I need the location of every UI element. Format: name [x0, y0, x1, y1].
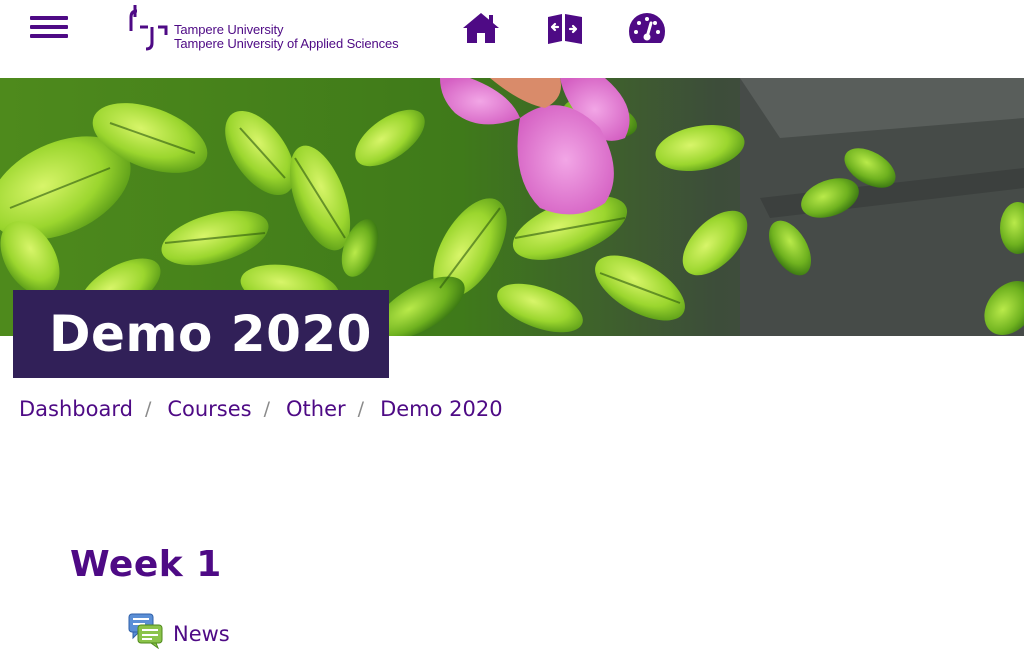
breadcrumb-courses[interactable]: Courses: [167, 397, 251, 421]
university-logo-mark-icon: [129, 5, 168, 51]
menu-line: [30, 16, 68, 20]
logo-line-2: Tampere University of Applied Sciences: [174, 36, 399, 51]
activity-label: News: [173, 622, 230, 646]
activity-news[interactable]: News: [128, 613, 230, 649]
breadcrumb-separator: /: [357, 398, 365, 420]
breadcrumb-separator: /: [263, 398, 271, 420]
course-title: Demo 2020: [49, 305, 372, 363]
breadcrumb-separator: /: [144, 398, 152, 420]
section-title[interactable]: Week 1: [70, 544, 222, 585]
breadcrumb-dashboard[interactable]: Dashboard: [19, 397, 133, 421]
forum-icon: [128, 613, 163, 649]
university-logo[interactable]: Tampere University Tampere University of…: [128, 2, 399, 56]
breadcrumb-demo-2020[interactable]: Demo 2020: [380, 397, 503, 421]
university-logo-text: Tampere University Tampere University of…: [174, 23, 399, 51]
breadcrumb: Dashboard / Courses / Other / Demo 2020: [19, 397, 503, 421]
course-title-box: Demo 2020: [13, 290, 389, 378]
dashboard-gauge-icon[interactable]: [627, 8, 667, 48]
top-navbar: Tampere University Tampere University of…: [0, 0, 1024, 78]
home-icon[interactable]: [461, 8, 501, 48]
menu-line: [30, 34, 68, 38]
hamburger-menu-icon[interactable]: [30, 14, 70, 42]
map-book-icon[interactable]: [545, 8, 585, 48]
breadcrumb-other[interactable]: Other: [286, 397, 346, 421]
menu-line: [30, 25, 68, 29]
logo-line-1: Tampere University: [174, 22, 284, 37]
